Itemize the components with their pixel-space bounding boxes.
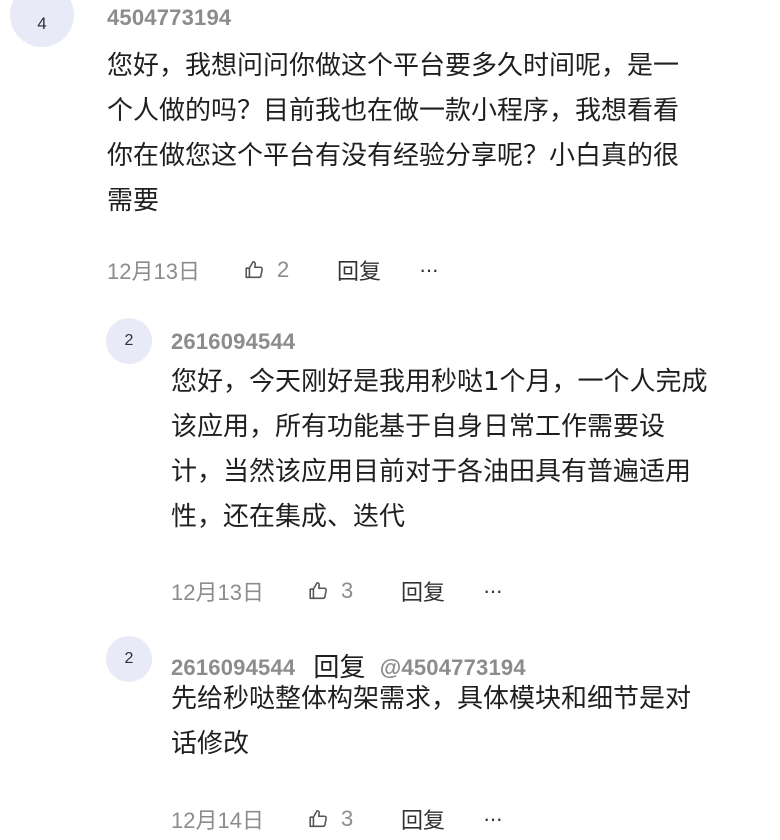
reply-text-line: 您好，今天刚好是我用秒哒1个月，一个人完成: [171, 367, 708, 397]
like-button[interactable]: 3: [307, 578, 391, 604]
avatar-label: 4: [37, 14, 47, 33]
reply-button[interactable]: 回复: [401, 803, 483, 835]
reply-text: 您好，今天刚好是我用秒哒1个月，一个人完成 该应用，所有功能基于自身日常工作需要…: [171, 360, 761, 540]
avatar-label: 2: [124, 650, 134, 667]
thumbs-up-icon: [309, 581, 327, 600]
reply-text-line: 性，还在集成、迭代: [171, 502, 406, 532]
comment-text-line: 需要: [107, 186, 160, 216]
reply-username[interactable]: 2616094544: [171, 329, 295, 355]
like-button[interactable]: 3: [307, 806, 391, 832]
reply-button[interactable]: 回复: [401, 575, 483, 607]
reply-date: 12月14日: [171, 808, 264, 833]
like-button[interactable]: 2: [243, 257, 327, 283]
comment-text-line: 个人做的吗？目前我也在做一款小程序，我想看看: [107, 96, 680, 126]
comment-text-line: 您好，我想问问你做这个平台要多久时间呢，是一: [107, 51, 680, 81]
reply-text-line: 计，当然该应用目前对于各油田具有普遍适用: [171, 457, 692, 487]
comment-meta: 12月13日 2 回复 ···: [107, 254, 439, 286]
avatar-label: 2: [124, 332, 134, 349]
like-count: 3: [341, 578, 354, 603]
avatar[interactable]: 2: [106, 318, 152, 364]
reply-meta: 12月14日 3 回复 ···: [171, 803, 503, 835]
reply-date: 12月13日: [171, 580, 264, 605]
comment-username[interactable]: 4504773194: [107, 5, 231, 31]
like-count: 2: [277, 257, 290, 282]
more-options-icon[interactable]: ···: [419, 257, 439, 283]
comment-date: 12月13日: [107, 259, 200, 284]
reply-button[interactable]: 回复: [337, 254, 419, 286]
reply-text-line: 该应用，所有功能基于自身日常工作需要设: [171, 412, 666, 442]
like-count: 3: [341, 806, 354, 831]
more-options-icon[interactable]: ···: [483, 578, 503, 604]
more-options-icon[interactable]: ···: [483, 806, 503, 832]
thumbs-up-icon: [245, 260, 263, 279]
avatar[interactable]: 4: [10, 0, 74, 47]
reply-text: 先给秒哒整体构架需求，具体模块和细节是对 话修改: [171, 677, 761, 767]
reply-text-line: 先给秒哒整体构架需求，具体模块和细节是对: [171, 684, 692, 714]
avatar[interactable]: 2: [106, 636, 152, 682]
comment-text-line: 你在做您这个平台有没有经验分享呢？小白真的很: [107, 141, 680, 171]
reply-meta: 12月13日 3 回复 ···: [171, 575, 503, 607]
comment-text: 您好，我想问问你做这个平台要多久时间呢，是一 个人做的吗？目前我也在做一款小程序…: [107, 44, 747, 224]
reply-text-line: 话修改: [171, 729, 250, 759]
thumbs-up-icon: [309, 809, 327, 828]
